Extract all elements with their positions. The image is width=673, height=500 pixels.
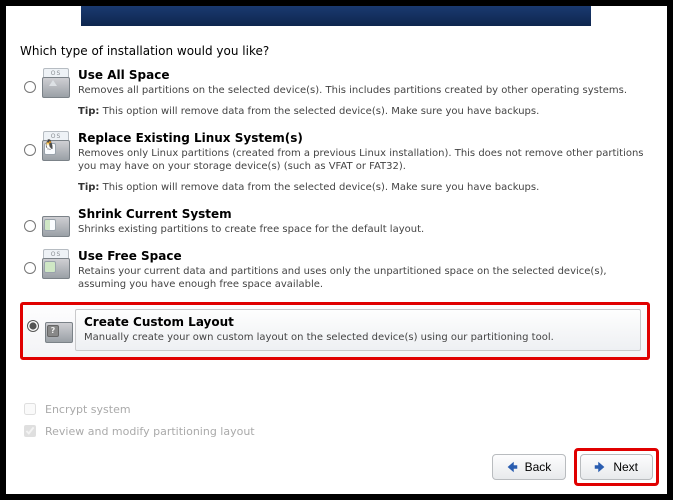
option-title: Create Custom Layout [84, 315, 632, 329]
radio-shrink[interactable] [24, 220, 36, 232]
option-desc: Shrinks existing partitions to create fr… [78, 223, 650, 237]
disk-icon [38, 205, 72, 237]
encrypt-label: Encrypt system [45, 403, 131, 416]
arrow-right-icon [593, 460, 607, 474]
back-label: Back [525, 460, 552, 474]
option-desc: Removes only Linux partitions (created f… [78, 147, 650, 174]
option-tip: Tip: This option will remove data from t… [78, 182, 650, 193]
next-label: Next [613, 460, 638, 474]
option-title: Shrink Current System [78, 207, 650, 221]
checkbox-review[interactable] [24, 425, 36, 437]
checkbox-encrypt[interactable] [24, 403, 36, 415]
nav-buttons: Back Next [492, 448, 659, 486]
option-create-custom-layout[interactable]: ? Create Custom Layout Manually create y… [20, 302, 650, 361]
radio-use-free-space[interactable] [24, 262, 36, 274]
option-shrink[interactable]: Shrink Current System Shrinks existing p… [20, 203, 650, 239]
back-button[interactable]: Back [492, 454, 567, 480]
radio-replace-linux[interactable] [24, 144, 36, 156]
title-bar [81, 6, 591, 26]
option-title: Replace Existing Linux System(s) [78, 131, 650, 145]
next-button[interactable]: Next [580, 454, 653, 480]
option-replace-linux[interactable]: OS Replace Existing Linux System(s) Remo… [20, 127, 650, 195]
option-desc: Retains your current data and partitions… [78, 265, 650, 292]
disk-icon: OS [38, 66, 72, 98]
option-title: Use All Space [78, 68, 650, 82]
disk-icon: ? [41, 309, 75, 343]
radio-use-all-space[interactable] [24, 81, 36, 93]
prompt-text: Which type of installation would you lik… [20, 44, 269, 58]
disk-icon: OS [38, 129, 72, 161]
review-layout-check[interactable]: Review and modify partitioning layout [20, 422, 255, 440]
review-label: Review and modify partitioning layout [45, 425, 255, 438]
arrow-left-icon [505, 460, 519, 474]
option-use-all-space[interactable]: OS Use All Space Removes all partitions … [20, 64, 650, 119]
option-tip: Tip: This option will remove data from t… [78, 106, 650, 117]
options-checkboxes: Encrypt system Review and modify partiti… [20, 400, 255, 444]
radio-create-custom-layout[interactable] [27, 320, 39, 332]
option-use-free-space[interactable]: OS Use Free Space Retains your current d… [20, 245, 650, 294]
disk-icon: OS [38, 247, 72, 279]
option-desc: Removes all partitions on the selected d… [78, 84, 650, 98]
option-desc: Manually create your own custom layout o… [84, 331, 632, 345]
installer-window: Which type of installation would you lik… [6, 6, 667, 494]
install-options: OS Use All Space Removes all partitions … [20, 64, 650, 360]
encrypt-system-check[interactable]: Encrypt system [20, 400, 255, 418]
option-title: Use Free Space [78, 249, 650, 263]
